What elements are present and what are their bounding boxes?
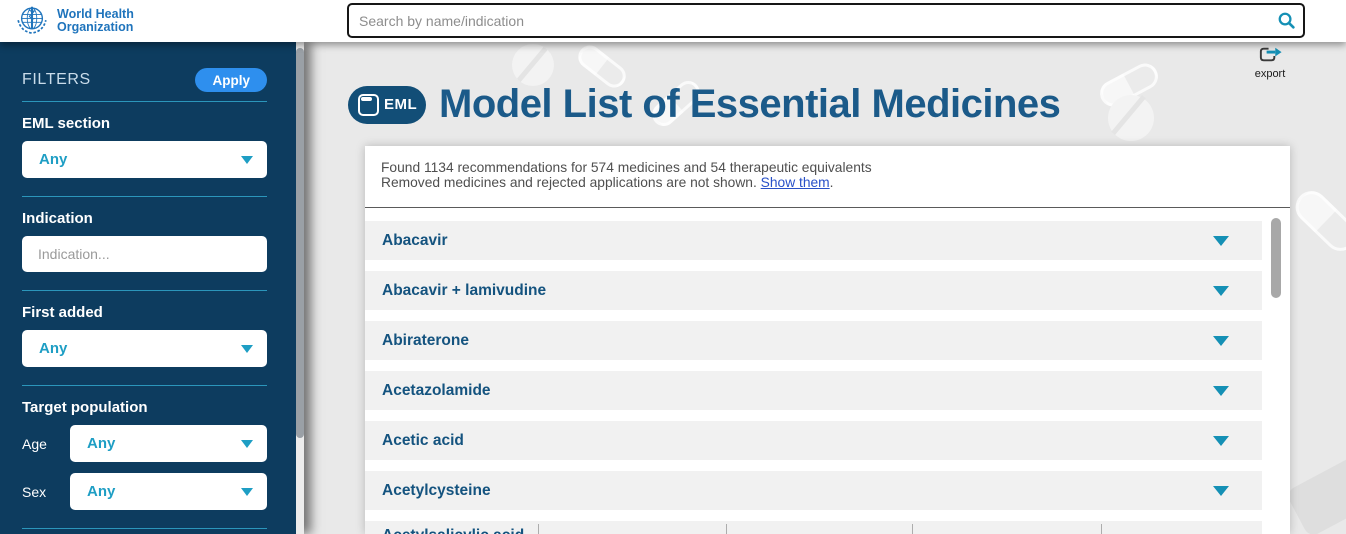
medicine-row[interactable]: Acetic acid — [365, 421, 1262, 460]
top-header: World Health Organization — [0, 0, 1346, 42]
indication-input[interactable] — [22, 236, 267, 272]
summary-line2: Removed medicines and rejected applicati… — [381, 175, 1274, 190]
indication-label: Indication — [22, 210, 267, 227]
chevron-down-icon — [1213, 336, 1229, 346]
age-label: Age — [22, 436, 70, 452]
apply-button[interactable]: Apply — [195, 68, 267, 92]
search-icon[interactable] — [1269, 6, 1303, 36]
filters-title: FILTERS — [22, 71, 91, 89]
summary-line1: Found 1134 recommendations for 574 medic… — [381, 160, 1274, 175]
divider — [22, 528, 267, 529]
chevron-down-icon — [241, 156, 253, 164]
chevron-down-icon — [241, 440, 253, 448]
medicine-row[interactable]: Abiraterone — [365, 321, 1262, 360]
medicines-list: Abacavir Abacavir + lamivudine Abiratero… — [365, 208, 1290, 534]
target-population-label: Target population — [22, 399, 267, 416]
divider — [22, 196, 267, 197]
medicine-row[interactable]: Acetylsalicylic acid — [365, 521, 1262, 534]
medicine-row[interactable]: Abacavir + lamivudine — [365, 271, 1262, 310]
column-divider — [726, 524, 727, 534]
chevron-down-icon — [1213, 486, 1229, 496]
chevron-down-icon — [1213, 386, 1229, 396]
medicines-card: Found 1134 recommendations for 574 medic… — [365, 146, 1290, 534]
chevron-down-icon — [241, 488, 253, 496]
medicine-row[interactable]: Acetazolamide — [365, 371, 1262, 410]
sex-label: Sex — [22, 484, 70, 500]
sex-select[interactable]: Any — [70, 473, 267, 510]
eml-section-select[interactable]: Any — [22, 141, 267, 178]
export-icon — [1257, 45, 1283, 64]
divider — [22, 101, 267, 102]
search-input[interactable] — [349, 13, 1269, 29]
column-divider — [538, 524, 539, 534]
chevron-down-icon — [1213, 286, 1229, 296]
medicine-row[interactable]: Abacavir — [365, 221, 1262, 260]
who-emblem-icon — [13, 2, 51, 40]
chevron-down-icon — [1213, 436, 1229, 446]
first-added-label: First added — [22, 304, 267, 321]
show-them-link[interactable]: Show them — [761, 175, 830, 190]
main-content: export EML Model List of Essential Medic… — [304, 42, 1346, 534]
chevron-down-icon — [1213, 236, 1229, 246]
column-divider — [1101, 524, 1102, 534]
export-button[interactable]: export — [1244, 45, 1296, 80]
search-bar — [347, 3, 1305, 38]
page-title: Model List of Essential Medicines — [439, 82, 1060, 127]
list-scrollbar-thumb[interactable] — [1271, 218, 1281, 298]
eml-book-icon — [358, 94, 379, 116]
medicine-row[interactable]: Acetylcysteine — [365, 471, 1262, 510]
sidebar-scrollbar[interactable] — [296, 42, 304, 534]
who-logo-text: World Health Organization — [57, 8, 134, 35]
divider — [22, 290, 267, 291]
age-select[interactable]: Any — [70, 425, 267, 462]
eml-section-label: EML section — [22, 115, 267, 132]
first-added-select[interactable]: Any — [22, 330, 267, 367]
filters-sidebar: FILTERS Apply EML section Any Indication… — [0, 42, 304, 534]
chevron-down-icon — [241, 345, 253, 353]
column-divider — [912, 524, 913, 534]
eml-badge: EML — [348, 86, 426, 124]
divider — [22, 385, 267, 386]
who-eml-page: World Health Organization FILTERS Apply … — [0, 0, 1346, 534]
sidebar-scrollbar-thumb[interactable] — [296, 48, 304, 438]
who-logo[interactable]: World Health Organization — [13, 2, 134, 40]
export-label: export — [1244, 68, 1296, 80]
results-summary: Found 1134 recommendations for 574 medic… — [365, 146, 1290, 190]
